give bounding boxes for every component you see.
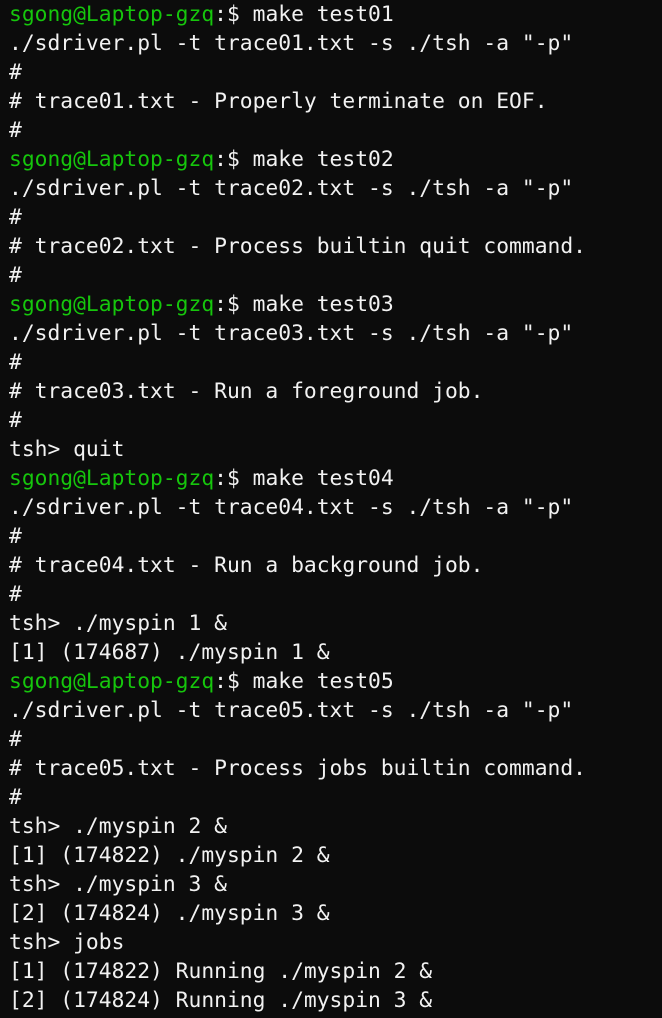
output-line: tsh> ./myspin 1 & [9, 609, 662, 638]
output-text: ./sdriver.pl -t trace05.txt -s ./tsh -a … [9, 698, 574, 723]
output-line: # [9, 261, 662, 290]
output-text: tsh> ./myspin 1 & [9, 611, 227, 636]
output-text: # trace01.txt - Properly terminate on EO… [9, 89, 548, 114]
output-line: # trace05.txt - Process jobs builtin com… [9, 754, 662, 783]
output-text: [1] (174687) ./myspin 1 & [9, 640, 330, 665]
output-text: # [9, 350, 22, 375]
output-text: # trace05.txt - Process jobs builtin com… [9, 756, 586, 781]
output-line: ./sdriver.pl -t trace05.txt -s ./tsh -a … [9, 696, 662, 725]
output-text: tsh> jobs [9, 930, 125, 955]
output-text: [1] (174822) Running ./myspin 2 & [9, 959, 433, 984]
output-line: [2] (174824) Running ./myspin 3 & [9, 986, 662, 1015]
output-line: [2] (174824) ./myspin 3 & [9, 899, 662, 928]
prompt-user: sgong@Laptop-gzq [9, 147, 215, 172]
output-line: tsh> ./myspin 3 & [9, 870, 662, 899]
output-line: # trace04.txt - Run a background job. [9, 551, 662, 580]
output-text: # [9, 60, 22, 85]
output-text: # [9, 582, 22, 607]
prompt-user: sgong@Laptop-gzq [9, 292, 215, 317]
output-text: # [9, 524, 22, 549]
output-text: ./sdriver.pl -t trace04.txt -s ./tsh -a … [9, 495, 574, 520]
prompt-line: sgong@Laptop-gzq:$ make test05 [9, 667, 662, 696]
output-line: # [9, 783, 662, 812]
output-text: tsh> ./myspin 3 & [9, 872, 227, 897]
output-line: # [9, 116, 662, 145]
prompt-line: sgong@Laptop-gzq:$ make test04 [9, 464, 662, 493]
output-line: # [9, 203, 662, 232]
prompt-line: sgong@Laptop-gzq:$ make test02 [9, 145, 662, 174]
output-line: # [9, 406, 662, 435]
output-line: # [9, 580, 662, 609]
prompt-line: sgong@Laptop-gzq:$ make test03 [9, 290, 662, 319]
output-line: ./sdriver.pl -t trace04.txt -s ./tsh -a … [9, 493, 662, 522]
output-line: [1] (174687) ./myspin 1 & [9, 638, 662, 667]
output-line: # trace01.txt - Properly terminate on EO… [9, 87, 662, 116]
output-text: # [9, 118, 22, 143]
output-line: tsh> jobs [9, 928, 662, 957]
command-text: make test02 [252, 147, 394, 172]
output-line: # [9, 725, 662, 754]
terminal-window[interactable]: sgong@Laptop-gzq:$ make test01 ./sdriver.… [0, 0, 662, 1018]
output-text: ./sdriver.pl -t trace01.txt -s ./tsh -a … [9, 31, 574, 56]
prompt-suffix: :$ [214, 147, 253, 172]
output-text: tsh> quit [9, 437, 125, 462]
output-text: # [9, 205, 22, 230]
output-text: # [9, 408, 22, 433]
output-text: tsh> ./myspin 2 & [9, 814, 227, 839]
output-line: tsh> quit [9, 435, 662, 464]
output-text: # trace02.txt - Process builtin quit com… [9, 234, 586, 259]
prompt-suffix: :$ [214, 2, 253, 27]
output-line: # trace02.txt - Process builtin quit com… [9, 232, 662, 261]
output-text: # [9, 785, 22, 810]
output-text: # trace03.txt - Run a foreground job. [9, 379, 484, 404]
output-line: # [9, 58, 662, 87]
output-line: [1] (174822) ./myspin 2 & [9, 841, 662, 870]
output-text: [2] (174824) ./myspin 3 & [9, 901, 330, 926]
command-text: make test03 [252, 292, 394, 317]
output-line: # [9, 522, 662, 551]
output-text: ./sdriver.pl -t trace03.txt -s ./tsh -a … [9, 321, 574, 346]
prompt-line: sgong@Laptop-gzq:$ make test01 [9, 0, 662, 29]
prompt-suffix: :$ [214, 669, 253, 694]
output-line: # [9, 348, 662, 377]
output-text: # [9, 727, 22, 752]
output-text: # [9, 263, 22, 288]
output-text: [1] (174822) ./myspin 2 & [9, 843, 330, 868]
command-text: make test05 [252, 669, 394, 694]
prompt-user: sgong@Laptop-gzq [9, 466, 215, 491]
prompt-user: sgong@Laptop-gzq [9, 669, 215, 694]
output-text: ./sdriver.pl -t trace02.txt -s ./tsh -a … [9, 176, 574, 201]
output-line: # trace03.txt - Run a foreground job. [9, 377, 662, 406]
output-text: # trace04.txt - Run a background job. [9, 553, 484, 578]
command-text: make test01 [252, 2, 394, 27]
output-line: ./sdriver.pl -t trace02.txt -s ./tsh -a … [9, 174, 662, 203]
output-line: ./sdriver.pl -t trace03.txt -s ./tsh -a … [9, 319, 662, 348]
command-text: make test04 [252, 466, 394, 491]
output-text: [2] (174824) Running ./myspin 3 & [9, 988, 433, 1013]
output-line: [1] (174822) Running ./myspin 2 & [9, 957, 662, 986]
prompt-suffix: :$ [214, 292, 253, 317]
prompt-user: sgong@Laptop-gzq [9, 2, 215, 27]
output-line: tsh> ./myspin 2 & [9, 812, 662, 841]
prompt-suffix: :$ [214, 466, 253, 491]
output-line: ./sdriver.pl -t trace01.txt -s ./tsh -a … [9, 29, 662, 58]
